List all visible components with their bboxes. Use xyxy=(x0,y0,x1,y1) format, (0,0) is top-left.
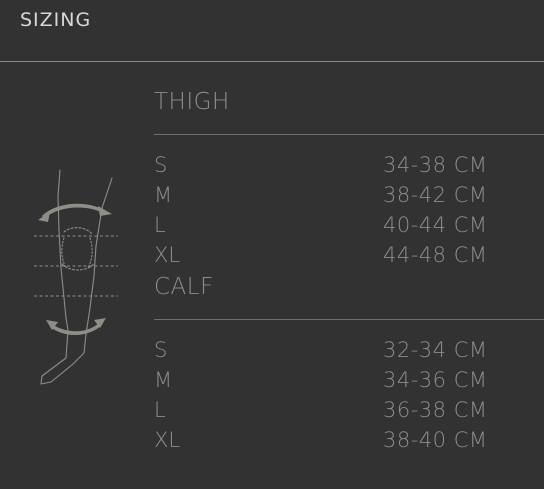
size-label: XL xyxy=(154,428,181,452)
calf-section-title: CALF xyxy=(154,274,214,300)
calf-divider xyxy=(154,319,544,320)
header-divider xyxy=(0,61,544,62)
size-label: XL xyxy=(154,243,181,267)
size-label: L xyxy=(154,398,166,422)
thigh-size-row: XL 44-48 CM xyxy=(154,240,544,270)
size-range: 40-44 CM xyxy=(383,213,488,237)
size-label: S xyxy=(154,153,168,177)
calf-size-row: XL 38-40 CM xyxy=(154,425,544,455)
page-title: SIZING xyxy=(20,9,92,31)
knee-measurement-diagram-icon xyxy=(34,169,118,385)
size-label: L xyxy=(154,213,166,237)
thigh-divider xyxy=(154,134,544,135)
size-label: M xyxy=(154,368,173,392)
thigh-size-row: S 34-38 CM xyxy=(154,150,544,180)
thigh-size-row: M 38-42 CM xyxy=(154,180,544,210)
size-label: M xyxy=(154,183,173,207)
size-range: 34-38 CM xyxy=(383,153,488,177)
calf-size-row: M 34-36 CM xyxy=(154,365,544,395)
size-range: 36-38 CM xyxy=(383,398,488,422)
size-label: S xyxy=(154,338,168,362)
thigh-size-row: L 40-44 CM xyxy=(154,210,544,240)
size-range: 44-48 CM xyxy=(383,243,488,267)
calf-size-row: L 36-38 CM xyxy=(154,395,544,425)
calf-size-row: S 32-34 CM xyxy=(154,335,544,365)
size-range: 34-36 CM xyxy=(383,368,488,392)
thigh-section-title: THIGH xyxy=(154,89,230,115)
size-range: 38-42 CM xyxy=(383,183,488,207)
size-range: 32-34 CM xyxy=(383,338,488,362)
size-range: 38-40 CM xyxy=(383,428,488,452)
